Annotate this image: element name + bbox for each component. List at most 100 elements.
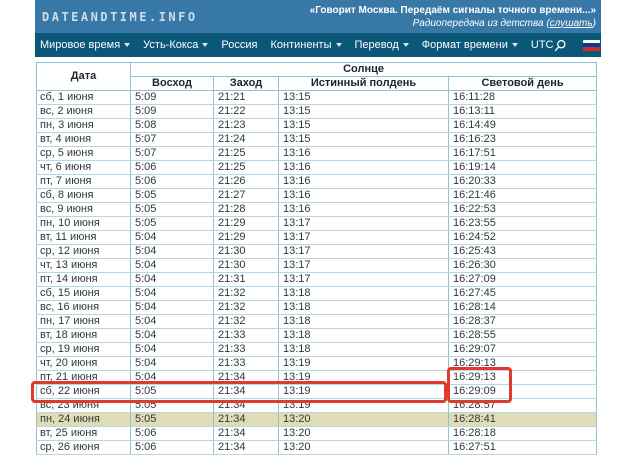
cell-sunset: 21:34 — [214, 441, 279, 455]
cell-sunset: 21:23 — [214, 119, 279, 133]
cell-daylength: 16:14:49 — [449, 119, 597, 133]
nav-item-ust-koksa[interactable]: Усть-Кокса — [143, 39, 208, 51]
col-header-sunrise: Восход — [131, 77, 214, 91]
table-row: ср, 5 июня5:0721:2513:1616:17:51 — [37, 147, 597, 161]
table-row: сб, 22 июня5:0521:3413:1916:29:09 — [37, 385, 597, 399]
cell-daylength: 16:17:51 — [449, 147, 597, 161]
language-menu[interactable] — [583, 40, 609, 51]
cell-date: чт, 20 июня — [37, 357, 131, 371]
cell-daylength: 16:28:14 — [449, 301, 597, 315]
nav-item-label: Мировое время — [40, 39, 120, 51]
cell-sunrise: 5:06 — [131, 161, 214, 175]
cell-daylength: 16:27:51 — [449, 441, 597, 455]
cell-sunset: 21:22 — [214, 105, 279, 119]
cell-daylength: 16:29:13 — [449, 357, 597, 371]
cell-daylength: 16:20:33 — [449, 175, 597, 189]
table-row: чт, 13 июня5:0421:3013:1716:26:30 — [37, 259, 597, 273]
cell-noon: 13:15 — [279, 105, 449, 119]
nav-item-label: Континенты — [271, 39, 332, 51]
nav-item-world-time[interactable]: Мировое время — [40, 39, 130, 51]
cell-date: пт, 21 июня — [37, 371, 131, 385]
cell-date: сб, 1 июня — [37, 91, 131, 105]
table-row: пн, 24 июня5:0521:3413:2016:28:41 — [37, 413, 597, 427]
cell-date: вт, 18 июня — [37, 329, 131, 343]
cell-sunrise: 5:08 — [131, 119, 214, 133]
cell-sunrise: 5:04 — [131, 273, 214, 287]
nav-items: Мировое время Усть-Кокса Россия Континенты П… — [40, 39, 554, 51]
cell-noon: 13:16 — [279, 189, 449, 203]
cell-sunset: 21:30 — [214, 259, 279, 273]
nav-item-label: Формат времени — [422, 39, 508, 51]
cell-date: ср, 12 июня — [37, 245, 131, 259]
cell-sunrise: 5:04 — [131, 231, 214, 245]
tagline-line1: «Говорит Москва. Передаём сигналы точног… — [310, 4, 596, 17]
cell-daylength: 16:24:52 — [449, 231, 597, 245]
table-row: ср, 19 июня5:0421:3313:1816:29:07 — [37, 343, 597, 357]
cell-date: вс, 9 июня — [37, 203, 131, 217]
cell-date: вт, 25 июня — [37, 427, 131, 441]
table-row: вс, 16 июня5:0421:3213:1816:28:14 — [37, 301, 597, 315]
table-row: чт, 6 июня5:0621:2513:1616:19:14 — [37, 161, 597, 175]
cell-sunset: 21:27 — [214, 189, 279, 203]
cell-date: вт, 11 июня — [37, 231, 131, 245]
cell-date: пн, 24 июня — [37, 413, 131, 427]
cell-noon: 13:18 — [279, 315, 449, 329]
cell-daylength: 16:13:11 — [449, 105, 597, 119]
nav-item-time-format[interactable]: Формат времени — [422, 39, 518, 51]
cell-date: ср, 19 июня — [37, 343, 131, 357]
cell-noon: 13:16 — [279, 161, 449, 175]
cell-daylength: 16:29:13 — [449, 371, 597, 385]
cell-date: сб, 8 июня — [37, 189, 131, 203]
nav-item-converter[interactable]: Перевод — [355, 39, 409, 51]
cell-sunset: 21:32 — [214, 287, 279, 301]
cell-sunset: 21:32 — [214, 315, 279, 329]
header-row-top: Дата Солнце — [37, 63, 597, 77]
cell-date: ср, 5 июня — [37, 147, 131, 161]
cell-daylength: 16:11:28 — [449, 91, 597, 105]
cell-noon: 13:17 — [279, 259, 449, 273]
cell-sunset: 21:21 — [214, 91, 279, 105]
col-header-noon: Истинный полдень — [279, 77, 449, 91]
sun-table: Дата Солнце Восход Заход Истинный полден… — [36, 62, 597, 455]
cell-sunset: 21:33 — [214, 343, 279, 357]
cell-date: вс, 2 июня — [37, 105, 131, 119]
listen-link[interactable]: слушать — [550, 18, 593, 29]
cell-daylength: 16:27:45 — [449, 287, 597, 301]
cell-noon: 13:15 — [279, 133, 449, 147]
cell-sunrise: 5:04 — [131, 301, 214, 315]
nav-item-label: UTC — [531, 39, 554, 51]
cell-sunrise: 5:04 — [131, 343, 214, 357]
cell-sunset: 21:34 — [214, 413, 279, 427]
cell-sunrise: 5:07 — [131, 133, 214, 147]
cell-date: сб, 22 июня — [37, 385, 131, 399]
cell-date: пн, 17 июня — [37, 315, 131, 329]
table-row: пн, 10 июня5:0521:2913:1716:23:55 — [37, 217, 597, 231]
tagline-line2: Радиопередача из детства (слушать) — [310, 17, 596, 30]
table-row: пт, 7 июня5:0621:2613:1616:20:33 — [37, 175, 597, 189]
nav-right — [554, 39, 609, 52]
chevron-down-icon — [336, 43, 342, 47]
russia-flag-icon — [583, 40, 600, 51]
cell-daylength: 16:26:30 — [449, 259, 597, 273]
cell-noon: 13:17 — [279, 217, 449, 231]
cell-noon: 13:18 — [279, 343, 449, 357]
cell-noon: 13:16 — [279, 147, 449, 161]
cell-sunrise: 5:04 — [131, 287, 214, 301]
nav-item-continents[interactable]: Континенты — [271, 39, 342, 51]
nav-item-utc[interactable]: UTC — [531, 39, 554, 51]
cell-sunrise: 5:05 — [131, 385, 214, 399]
navbar: Мировое время Усть-Кокса Россия Континенты П… — [35, 33, 601, 57]
cell-daylength: 16:27:09 — [449, 273, 597, 287]
cell-daylength: 16:28:55 — [449, 329, 597, 343]
nav-item-russia[interactable]: Россия — [221, 39, 257, 51]
table-row: вс, 2 июня5:0921:2213:1516:13:11 — [37, 105, 597, 119]
cell-noon: 13:17 — [279, 245, 449, 259]
chevron-down-icon — [603, 43, 609, 47]
site-logo[interactable]: DATEANDTIME.INFO — [42, 10, 198, 24]
search-icon[interactable] — [554, 39, 567, 52]
cell-sunset: 21:28 — [214, 203, 279, 217]
cell-date: вс, 16 июня — [37, 301, 131, 315]
content: Дата Солнце Восход Заход Истинный полден… — [36, 62, 597, 455]
table-row: пт, 14 июня5:0421:3113:1716:27:09 — [37, 273, 597, 287]
cell-noon: 13:19 — [279, 399, 449, 413]
